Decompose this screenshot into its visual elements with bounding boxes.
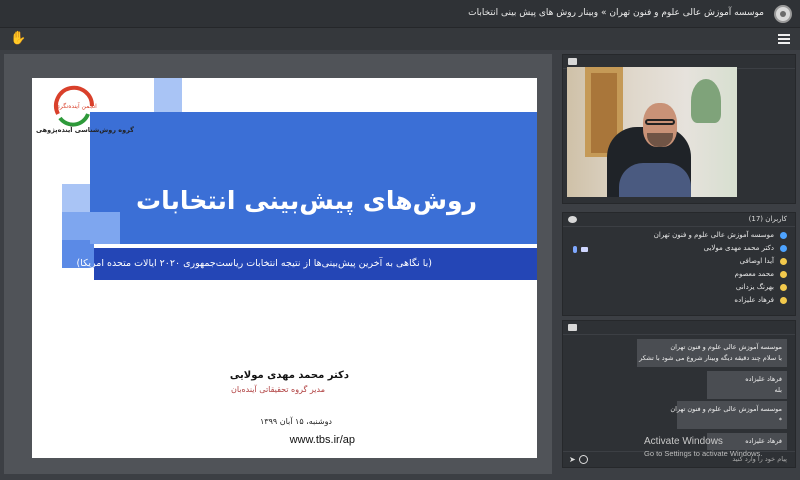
activate-windows-watermark: Activate Windows [644,436,723,447]
presenter-body [619,163,691,197]
microphone-icon [573,246,577,253]
user-item[interactable]: محمد معصوم [569,270,787,282]
chat-message: موسسه آموزش عالی علوم و فنون تهران * [670,401,787,429]
user-name: آیدا اوصافی [739,257,774,265]
slide-date: دوشنبه، ۱۵ آبان ۱۳۹۹ [259,417,332,426]
slide-url: www.tbs.ir/ap [289,434,355,446]
chat-text: بله [774,386,782,394]
presenter-glasses [645,119,675,125]
user-item[interactable]: آیدا اوصافی [569,257,787,269]
plant [691,79,721,123]
camera-icon [581,247,588,252]
slide-square [154,78,182,112]
user-icon [780,270,787,278]
user-name: فرهاد علیزاده [734,296,774,304]
chat-message: فرهاد علیزاده بله [707,371,787,399]
user-name: موسسه آموزش عالی علوم و فنون تهران [653,231,774,239]
user-name: محمد معصوم [734,270,774,278]
user-icon [780,257,787,265]
slide-title: روش‌های پیش‌بینی انتخابات [136,186,477,215]
presentation-area: انجمن آینده‌نگری گروه روش‌شناسی آینده‌پژ… [4,54,552,474]
chat-text: * [778,416,782,424]
institute-logo-icon [774,5,792,23]
activate-windows-subtext: Go to Settings to activate Windows. [644,449,763,458]
slide-subtitle: (با نگاهی به آخرین پیش‌بینی‌ها از نتیجه … [76,258,432,269]
logo-caption: گروه روش‌شناسی آینده‌پژوهی [36,126,134,134]
hamburger-menu-icon[interactable] [778,34,790,44]
users-panel: کاربران (17) موسسه آموزش عالی علوم و فنو… [562,212,796,316]
top-bar: موسسه آموزش عالی علوم و فنون تهران » وبی… [0,0,800,28]
user-icon [780,283,787,291]
slide-square [62,184,90,212]
send-icon[interactable]: ➤ [569,455,576,464]
author-role: مدیر گروه تحقیقاتی آینده‌بان [230,385,325,394]
chat-text: با سلام چند دقیقه دیگه وبینار شروع می شو… [639,354,782,362]
user-icon [780,244,787,252]
svg-text:انجمن آینده‌نگری: انجمن آینده‌نگری [55,101,97,110]
users-icon [568,216,577,223]
chat-panel-header [563,321,795,335]
raise-hand-icon[interactable]: ✋ [10,31,26,46]
title-band [90,112,537,244]
author-name: دکتر محمد مهدی مولایی [229,370,349,381]
user-item[interactable]: بهرنگ یزدانی [569,283,787,295]
chat-icon [568,324,577,331]
user-name: دکتر محمد مهدی مولایی [703,244,774,252]
toolbar: ✋ [0,28,800,50]
user-item[interactable]: موسسه آموزش عالی علوم و فنون تهران [569,231,787,243]
chat-sender: موسسه آموزش عالی علوم و فنون تهران [670,343,782,351]
users-panel-header: کاربران (17) [563,213,795,227]
chat-sender: فرهاد علیزاده [745,375,782,383]
emoji-icon[interactable] [579,455,588,464]
chat-message: موسسه آموزش عالی علوم و فنون تهران با سل… [637,339,787,367]
webcam-panel [562,54,796,204]
slide-square [62,212,90,240]
slide-square [90,212,120,244]
user-icon [780,296,787,304]
video-camera-icon [568,58,577,65]
presentation-slide: انجمن آینده‌نگری گروه روش‌شناسی آینده‌پژ… [32,78,537,458]
user-icon [780,231,787,239]
user-item[interactable]: دکتر محمد مهدی مولایی [569,244,787,256]
chat-sender: موسسه آموزش عالی علوم و فنون تهران [670,405,782,413]
users-count-label: کاربران (17) [748,215,787,223]
meeting-title: موسسه آموزش عالی علوم و فنون تهران » وبی… [468,8,764,18]
webcam-video[interactable] [567,67,737,197]
user-item[interactable]: فرهاد علیزاده [569,296,787,308]
user-name: بهرنگ یزدانی [735,283,774,291]
